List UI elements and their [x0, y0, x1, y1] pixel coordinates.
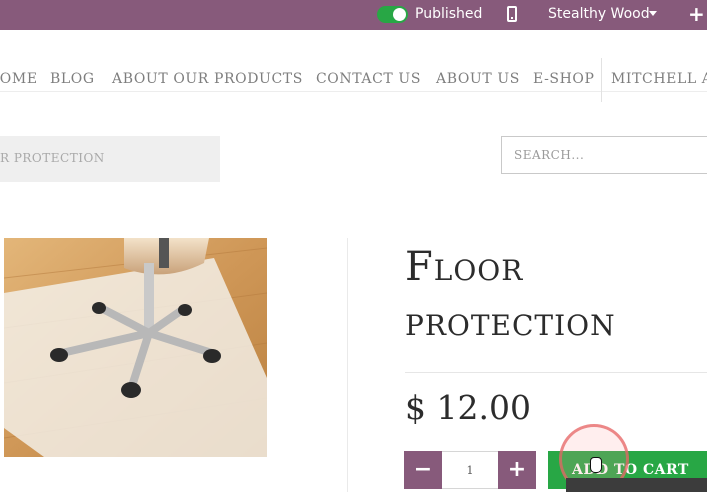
mobile-icon[interactable]: [507, 6, 517, 22]
nav-divider: [601, 58, 602, 102]
nav-user-menu[interactable]: MITCHELL ADMIN: [611, 71, 707, 87]
nav-e-shop[interactable]: E-SHOP: [533, 71, 595, 87]
title-divider: [405, 372, 707, 373]
office-chair-illustration: [4, 238, 267, 457]
page: Published Stealthy Wood + HOME BLOG ABOU…: [0, 0, 707, 492]
plus-icon[interactable]: +: [688, 2, 705, 26]
product-price: $ 12.00: [405, 388, 531, 427]
toggle-knob: [393, 8, 406, 21]
column-divider: [347, 238, 348, 492]
published-label: Published: [415, 6, 483, 22]
hand-cursor-icon: [590, 457, 602, 473]
breadcrumb: FLOOR PROTECTION: [0, 136, 220, 182]
quantity-input[interactable]: [442, 451, 498, 489]
publish-toggle[interactable]: [377, 6, 408, 23]
breadcrumb-current: FLOOR PROTECTION: [0, 151, 105, 165]
quantity-increase-button[interactable]: +: [498, 451, 536, 489]
nav-about-us[interactable]: ABOUT US: [436, 71, 520, 87]
main-navigation: HOME BLOG ABOUT OUR PRODUCTS CONTACT US …: [0, 30, 707, 102]
quantity-decrease-button[interactable]: −: [404, 451, 442, 489]
theme-dropdown[interactable]: Stealthy Wood: [548, 6, 650, 22]
search-input[interactable]: [501, 136, 707, 174]
product-title: Floor protection: [405, 244, 616, 345]
caret-down-icon[interactable]: [649, 11, 657, 16]
nav-contact-us[interactable]: CONTACT US: [316, 71, 421, 87]
overlay-bar: [566, 478, 707, 492]
website-edit-bar: Published Stealthy Wood +: [0, 0, 707, 30]
nav-about-our-products[interactable]: ABOUT OUR PRODUCTS: [112, 71, 303, 87]
nav-home[interactable]: HOME: [0, 71, 38, 87]
product-image: [4, 238, 267, 457]
nav-blog[interactable]: BLOG: [50, 71, 95, 87]
